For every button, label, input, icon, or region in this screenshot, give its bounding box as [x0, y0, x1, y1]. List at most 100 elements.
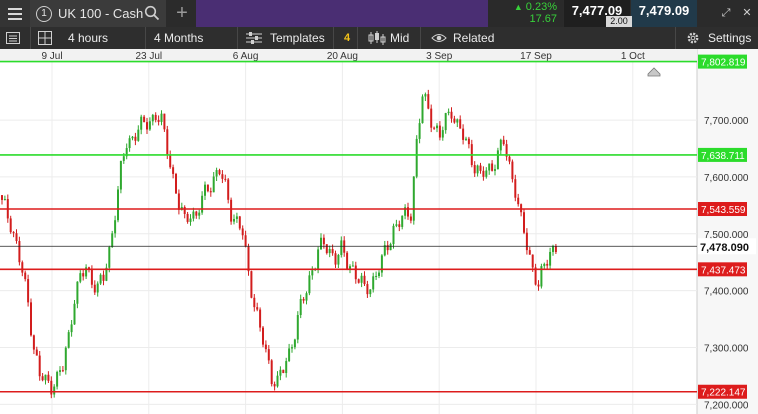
- candle-body: [482, 170, 485, 177]
- candle-body: [409, 216, 412, 221]
- candle-body: [64, 347, 67, 371]
- buy-price-button[interactable]: 7,479.09: [631, 0, 697, 27]
- candle-body: [177, 193, 180, 210]
- candle-body: [61, 370, 64, 372]
- candle-body: [415, 138, 418, 177]
- candle-body: [282, 369, 285, 374]
- candle-body: [212, 176, 215, 193]
- candles-icon[interactable]: [368, 27, 386, 49]
- candle-body: [305, 293, 308, 301]
- candle-body: [401, 215, 404, 227]
- price-type-selector[interactable]: Mid: [390, 27, 409, 49]
- y-tick-label: 7,200.000: [704, 400, 749, 411]
- candle-body: [308, 275, 311, 294]
- candle-body: [241, 228, 244, 236]
- candle-body: [18, 241, 21, 263]
- candle-body: [230, 199, 233, 222]
- candle-body: [273, 384, 276, 387]
- x-tick-label: 9 Jul: [41, 51, 62, 62]
- spread-badge: 2.00: [606, 16, 632, 27]
- close-icon[interactable]: ✕: [740, 6, 754, 20]
- candle-body: [491, 163, 494, 171]
- candle-body: [311, 270, 314, 276]
- candle-body: [140, 116, 143, 130]
- candle-body: [444, 113, 447, 131]
- chart-svg[interactable]: 9 Jul 23 Jul 6 Aug 20 Aug 3 Sep 17 Sep 1 Oct 7,…: [0, 49, 758, 414]
- candle-body: [279, 369, 282, 376]
- current-price-label: 7,478.090: [700, 242, 749, 254]
- gear-icon[interactable]: [686, 27, 700, 49]
- candle-body: [450, 111, 453, 119]
- candle-body: [122, 156, 125, 161]
- level-label: 7,543.559: [701, 205, 746, 216]
- candle-body: [163, 113, 166, 130]
- candle-body: [360, 275, 363, 283]
- candle-body: [90, 268, 93, 285]
- plus-icon[interactable]: +: [172, 2, 192, 24]
- candle-body: [462, 128, 465, 140]
- candle-body: [166, 129, 169, 156]
- candle-body: [15, 233, 18, 242]
- restore-icon[interactable]: ⤢: [719, 6, 733, 20]
- candle-body: [218, 170, 221, 175]
- grid-icon[interactable]: [38, 27, 52, 49]
- change-percent: 0.23%: [514, 1, 557, 13]
- candle-body: [53, 386, 56, 395]
- candle-body: [433, 127, 436, 129]
- candle-body: [485, 170, 488, 177]
- menu-icon[interactable]: [0, 0, 30, 27]
- candle-body: [262, 327, 264, 345]
- candle-body: [44, 374, 47, 381]
- price-chart[interactable]: 9 Jul 23 Jul 6 Aug 20 Aug 3 Sep 17 Sep 1 Oct 7,…: [0, 49, 758, 414]
- candle-body: [195, 211, 198, 216]
- candle-body: [169, 155, 172, 168]
- candle-body: [35, 349, 38, 356]
- candle-body: [517, 197, 520, 205]
- candle-body: [32, 335, 35, 350]
- candle-body: [201, 195, 204, 213]
- candle-body: [12, 232, 15, 234]
- candle-body: [349, 266, 351, 269]
- candle-body: [264, 344, 267, 350]
- templates-button[interactable]: Templates: [270, 27, 325, 49]
- x-tick-label: 1 Oct: [621, 51, 645, 62]
- candle-body: [238, 216, 241, 229]
- related-button[interactable]: Related: [453, 27, 494, 49]
- candle-body: [528, 250, 531, 255]
- candle-body: [137, 129, 140, 141]
- candle-body: [552, 246, 554, 252]
- search-icon[interactable]: [144, 5, 160, 21]
- candle-body: [334, 253, 337, 265]
- interval-selector[interactable]: 4 hours: [68, 27, 108, 49]
- candle-body: [250, 271, 253, 298]
- candle-body: [476, 165, 479, 174]
- candle-body: [554, 246, 557, 252]
- y-tick-label: 7,600.000: [704, 173, 749, 184]
- candle-body: [38, 355, 41, 377]
- indicator-count-badge[interactable]: 4: [344, 27, 350, 49]
- settings-button[interactable]: Settings: [708, 27, 751, 49]
- y-tick-label: 7,700.000: [704, 116, 749, 127]
- candle-body: [285, 361, 288, 374]
- candle-body: [331, 249, 334, 254]
- candle-body: [412, 176, 415, 221]
- candle-body: [47, 374, 50, 381]
- eye-icon[interactable]: [431, 27, 447, 49]
- templates-icon[interactable]: [246, 27, 262, 49]
- price-change: 0.23% 17.67: [488, 0, 563, 27]
- list-icon[interactable]: [6, 27, 20, 49]
- candle-body: [354, 265, 357, 280]
- candle-body: [9, 218, 12, 233]
- candle-body: [424, 94, 427, 97]
- candle-body: [93, 284, 96, 293]
- range-selector[interactable]: 4 Months: [154, 27, 203, 49]
- instrument-tab[interactable]: 1 UK 100 - Cash: [30, 0, 166, 27]
- candle-body: [253, 297, 256, 308]
- instrument-name: UK 100 - Cash: [58, 6, 144, 21]
- candle-body: [24, 272, 27, 280]
- candle-body: [511, 161, 514, 180]
- candle-body: [233, 218, 235, 222]
- x-tick-label: 20 Aug: [327, 51, 358, 62]
- candle-body: [418, 123, 421, 139]
- candle-body: [143, 116, 146, 123]
